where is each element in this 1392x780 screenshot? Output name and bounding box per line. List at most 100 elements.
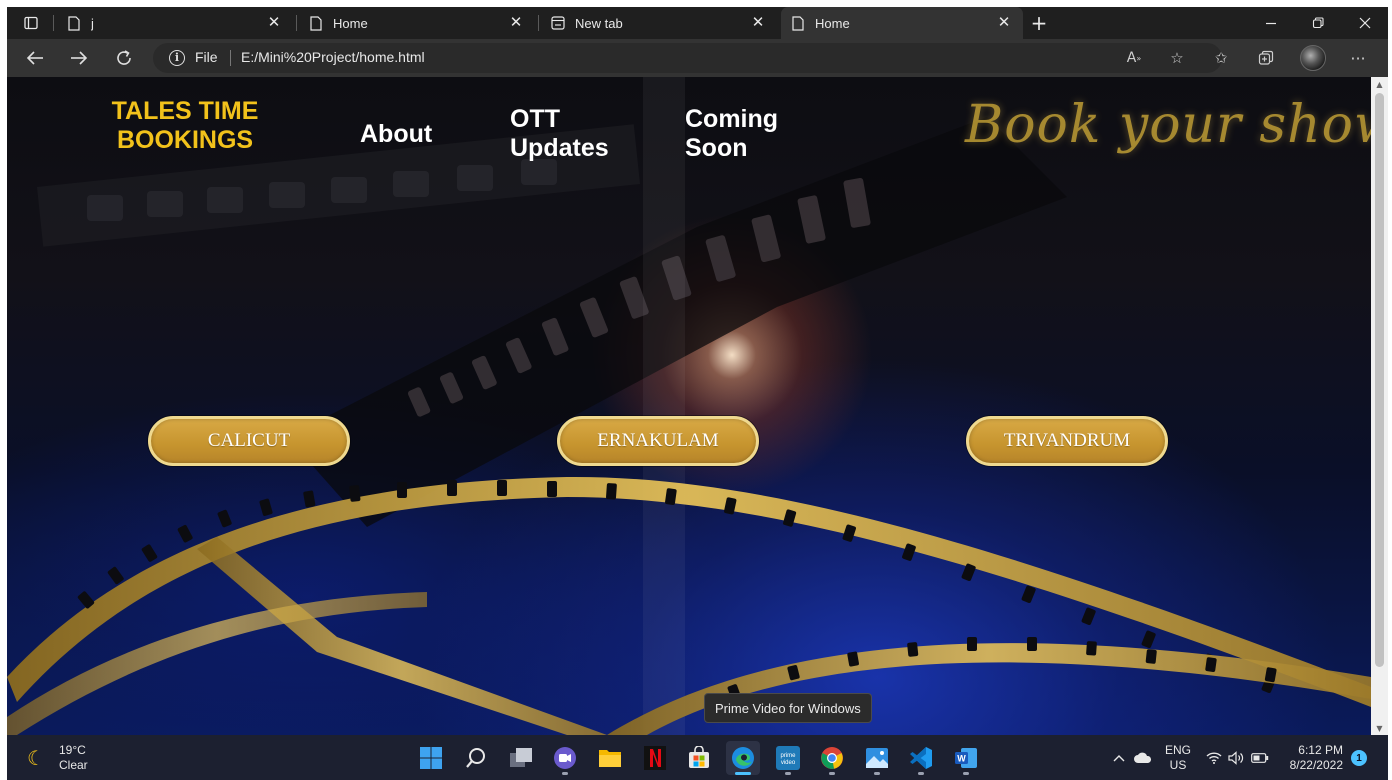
nav-about[interactable]: About bbox=[360, 120, 432, 149]
clock[interactable]: 6:12 PM 8/22/2022 bbox=[1281, 735, 1343, 780]
tab-home[interactable]: Home ✕ bbox=[299, 7, 535, 39]
add-favorite-icon[interactable]: ☆ bbox=[1166, 47, 1188, 69]
folder-icon bbox=[599, 750, 621, 767]
read-aloud-icon[interactable]: A» bbox=[1123, 47, 1145, 69]
nav-ott-updates[interactable]: OTT Updates bbox=[510, 105, 609, 163]
photos-button[interactable] bbox=[860, 741, 894, 775]
scroll-up-icon[interactable]: ▲ bbox=[1371, 77, 1388, 91]
vscode-icon bbox=[910, 747, 932, 769]
tab-label: Home bbox=[333, 15, 368, 31]
new-tab-button[interactable]: + bbox=[1021, 7, 1057, 39]
scroll-down-icon[interactable]: ▼ bbox=[1371, 721, 1388, 735]
forward-icon[interactable] bbox=[66, 46, 92, 70]
film-reel-background bbox=[7, 77, 1371, 735]
vscode-button[interactable] bbox=[904, 741, 938, 775]
browser-toolbar: i File E:/Mini%20Project/home.html A» ☆ … bbox=[7, 39, 1388, 77]
battery-icon[interactable] bbox=[1249, 735, 1271, 780]
windows-start-icon bbox=[420, 747, 442, 769]
microsoft-store-button[interactable] bbox=[682, 741, 716, 775]
page-icon bbox=[67, 15, 81, 31]
tagline-script: Book your show.. bbox=[965, 95, 1371, 155]
netflix-icon bbox=[644, 746, 666, 770]
page-icon bbox=[309, 15, 323, 31]
task-view-icon bbox=[510, 748, 532, 767]
newtab-icon bbox=[551, 15, 565, 31]
tab-bar: j ✕ Home ✕ New tab ✕ Home ✕ + bbox=[7, 7, 1388, 39]
city-button-calicut[interactable]: CALICUT bbox=[148, 416, 350, 466]
search-button[interactable] bbox=[459, 741, 493, 775]
address-scheme: File bbox=[195, 49, 218, 65]
close-icon[interactable]: ✕ bbox=[265, 13, 283, 31]
tab-j[interactable]: j ✕ bbox=[57, 7, 293, 39]
prime-video-icon: primevideo bbox=[776, 746, 800, 770]
clock-date: 8/22/2022 bbox=[1289, 757, 1343, 772]
clock-time: 6:12 PM bbox=[1298, 742, 1343, 757]
start-button[interactable] bbox=[414, 741, 448, 775]
prime-video-button[interactable]: prime video bbox=[771, 741, 805, 775]
word-button[interactable]: W bbox=[949, 741, 983, 775]
close-icon[interactable]: ✕ bbox=[995, 13, 1013, 31]
edge-icon bbox=[732, 747, 754, 769]
info-icon[interactable]: i bbox=[169, 50, 185, 66]
moon-icon: ☾ bbox=[27, 746, 45, 770]
cloud-icon[interactable] bbox=[1132, 735, 1154, 780]
address-divider bbox=[230, 50, 231, 66]
notification-badge[interactable]: 1 bbox=[1351, 750, 1367, 766]
chrome-button[interactable] bbox=[815, 741, 849, 775]
weather-temp: 19°C bbox=[59, 743, 86, 757]
tab-label: j bbox=[91, 15, 94, 31]
profile-avatar[interactable] bbox=[1300, 45, 1326, 71]
browser-window: j ✕ Home ✕ New tab ✕ Home ✕ + i File E:/… bbox=[7, 7, 1388, 780]
language-indicator[interactable]: ENG US bbox=[1159, 735, 1197, 780]
netflix-button[interactable] bbox=[638, 741, 672, 775]
back-icon[interactable] bbox=[22, 46, 48, 70]
windows-taskbar: ☾ 19°C Clear prime video W ENG US 6:12 P… bbox=[7, 735, 1388, 780]
show-hidden-icons-icon[interactable] bbox=[1109, 735, 1129, 780]
weather-widget[interactable]: ☾ 19°C Clear bbox=[27, 743, 88, 773]
address-url[interactable]: E:/Mini%20Project/home.html bbox=[241, 49, 425, 65]
volume-icon[interactable] bbox=[1225, 735, 1247, 780]
tab-home-active[interactable]: Home ✕ bbox=[781, 7, 1023, 39]
chat-button[interactable] bbox=[548, 741, 582, 775]
restore-icon[interactable] bbox=[1295, 7, 1341, 39]
store-icon bbox=[689, 746, 709, 768]
more-options-icon[interactable]: ··· bbox=[1347, 47, 1369, 69]
city-button-ernakulam[interactable]: ERNAKULAM bbox=[557, 416, 759, 466]
collections-icon[interactable] bbox=[1255, 47, 1277, 69]
nav-coming-soon[interactable]: Coming Soon bbox=[685, 105, 778, 163]
word-icon: W bbox=[955, 748, 977, 768]
tab-actions-icon[interactable] bbox=[9, 7, 53, 39]
nav-coming-line-1: Coming bbox=[685, 105, 779, 133]
search-icon bbox=[466, 748, 485, 768]
refresh-icon[interactable] bbox=[111, 46, 137, 70]
city-button-trivandrum[interactable]: TRIVANDRUM bbox=[966, 416, 1168, 466]
edge-button[interactable] bbox=[726, 741, 760, 775]
brand-logo[interactable]: TALES TIME BOOKINGS bbox=[99, 97, 271, 155]
tab-label: New tab bbox=[575, 15, 623, 31]
close-window-icon[interactable] bbox=[1342, 7, 1388, 39]
tab-label: Home bbox=[815, 15, 850, 31]
wifi-icon[interactable] bbox=[1203, 735, 1225, 780]
taskbar-tooltip: Prime Video for Windows bbox=[704, 693, 872, 723]
brand-line-1: TALES TIME bbox=[111, 97, 259, 125]
favorites-icon[interactable]: ✩ bbox=[1210, 47, 1232, 69]
tab-new-tab[interactable]: New tab ✕ bbox=[541, 7, 777, 39]
svg-text:prime: prime bbox=[780, 753, 796, 759]
brand-line-2: BOOKINGS bbox=[116, 126, 254, 154]
lang-line-1: ENG bbox=[1164, 742, 1191, 757]
vertical-scrollbar[interactable]: ▲ ▼ bbox=[1371, 77, 1388, 735]
svg-text:video: video bbox=[781, 760, 796, 766]
address-bar[interactable]: i File E:/Mini%20Project/home.html A» ☆ bbox=[153, 43, 1222, 73]
file-explorer-button[interactable] bbox=[593, 741, 627, 775]
nav-coming-line-2: Soon bbox=[685, 134, 748, 162]
nav-ott-line-1: OTT bbox=[510, 105, 560, 133]
lang-line-2: US bbox=[1169, 757, 1187, 772]
close-icon[interactable]: ✕ bbox=[749, 13, 767, 31]
page-viewport: TALES TIME BOOKINGS About OTT Updates Co… bbox=[7, 77, 1371, 735]
chrome-icon bbox=[821, 747, 843, 769]
minimize-icon[interactable] bbox=[1248, 7, 1294, 39]
task-view-button[interactable] bbox=[504, 741, 538, 775]
photos-icon bbox=[866, 748, 888, 768]
scrollbar-thumb[interactable] bbox=[1375, 93, 1384, 667]
close-icon[interactable]: ✕ bbox=[507, 13, 525, 31]
